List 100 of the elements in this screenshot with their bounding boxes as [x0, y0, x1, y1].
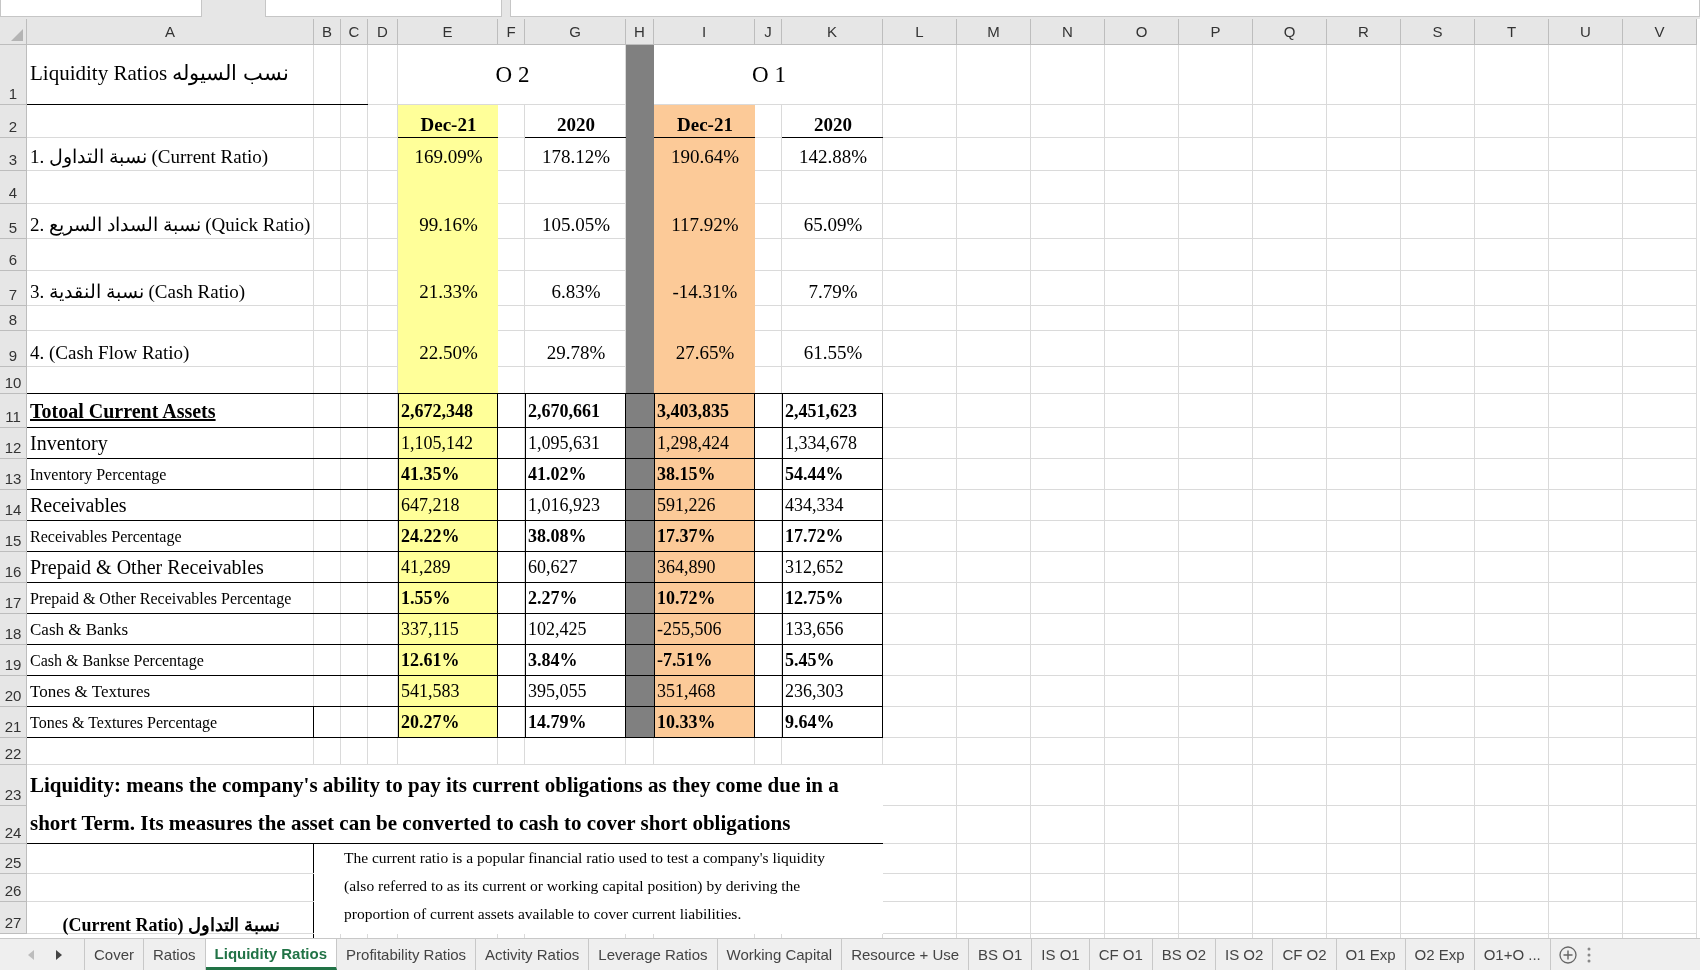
column-header[interactable]: E — [398, 19, 498, 45]
row-header[interactable]: 14 — [0, 490, 27, 521]
column-header[interactable]: N — [1031, 19, 1105, 45]
column-header[interactable]: J — [755, 19, 782, 45]
table-cell-text: 14.79% — [527, 711, 588, 734]
add-sheet-icon[interactable] — [1558, 945, 1577, 964]
column-header[interactable]: I — [654, 19, 755, 45]
column-header[interactable]: H — [626, 19, 654, 45]
column-header[interactable]: A — [27, 19, 314, 45]
table-cell-text: 1,095,631 — [527, 432, 601, 455]
row-label: 4. (Cash Flow Ratio) — [29, 341, 191, 365]
column-header[interactable]: K — [782, 19, 883, 45]
table-cell-text: 3.84% — [527, 649, 579, 672]
formula-field[interactable] — [265, 0, 502, 17]
explanation-text: The current ratio is a popular financial ratio used to test a company's liquidity (also referred to as its current or working capital position) by deriving the proportion of current assets available to cover current liabilities. — [314, 844, 883, 934]
row-header[interactable]: 4 — [0, 171, 27, 204]
column-header[interactable]: T — [1475, 19, 1549, 45]
column-header[interactable]: D — [368, 19, 398, 45]
row-header[interactable]: 9 — [0, 331, 27, 367]
sheet-tab[interactable]: CF O2 — [1273, 939, 1337, 970]
column-header[interactable]: V — [1623, 19, 1697, 45]
sheet-tab[interactable]: IS O2 — [1216, 939, 1274, 970]
sheet-tab[interactable]: Resource + Use — [842, 939, 970, 970]
sheet-tab[interactable]: Leverage Ratios — [589, 939, 718, 970]
row-header[interactable]: 24 — [0, 806, 27, 844]
row-label: Tones & Textures — [29, 680, 152, 703]
row-header[interactable]: 16 — [0, 552, 27, 583]
column-header[interactable]: P — [1179, 19, 1253, 45]
sheet-tab[interactable]: BS O1 — [969, 939, 1033, 970]
sheet-tab[interactable]: O1 Exp — [1336, 939, 1406, 970]
row-header[interactable]: 21 — [0, 707, 27, 738]
table-cell-text: 22.50% — [418, 341, 479, 365]
column-header[interactable]: F — [498, 19, 525, 45]
row-header[interactable]: 8 — [0, 306, 27, 331]
row-header[interactable]: 17 — [0, 583, 27, 614]
column-header[interactable]: G — [525, 19, 626, 45]
row-header[interactable]: 25 — [0, 844, 27, 874]
table-cell-text: 41.35% — [400, 463, 461, 486]
sheet-tab[interactable]: Profitability Ratios — [337, 939, 477, 970]
formula-bar[interactable] — [510, 0, 1700, 17]
sheet-tab[interactable]: CF O1 — [1089, 939, 1153, 970]
table-cell-text: -14.31% — [671, 280, 739, 304]
column-header[interactable]: Q — [1253, 19, 1327, 45]
row-header[interactable]: 12 — [0, 428, 27, 459]
sheet-tab[interactable]: Working Capital — [717, 939, 843, 970]
scroll-left-icon[interactable] — [28, 949, 34, 960]
column-header[interactable]: O — [1105, 19, 1179, 45]
sheet-tab[interactable]: O1+O ... — [1474, 939, 1551, 970]
table-cell-text: 60,627 — [527, 556, 579, 579]
column-heading: Dec-21 — [676, 113, 734, 137]
column-header[interactable]: M — [957, 19, 1031, 45]
column-heading: 2020 — [556, 113, 596, 137]
more-options-icon[interactable] — [1586, 946, 1591, 963]
column-header[interactable]: L — [883, 19, 957, 45]
table-cell-text: 54.44% — [784, 463, 845, 486]
row-header[interactable]: 27 — [0, 902, 27, 934]
table-cell-text: 2,451,623 — [784, 399, 858, 423]
table-cell-text: 190.64% — [669, 145, 741, 169]
table-cell-text: -7.51% — [656, 649, 714, 672]
column-header[interactable]: S — [1401, 19, 1475, 45]
scroll-right-icon[interactable] — [56, 949, 62, 960]
row-header[interactable]: 15 — [0, 521, 27, 552]
row-header[interactable]: 20 — [0, 676, 27, 707]
name-box[interactable] — [0, 0, 202, 17]
sheet-tab[interactable]: Activity Ratios — [476, 939, 590, 970]
row-header[interactable]: 1 — [0, 45, 27, 105]
sheet-tab[interactable]: IS O1 — [1032, 939, 1090, 970]
row-header[interactable]: 26 — [0, 874, 27, 902]
row-label: Receivables Percentage — [29, 526, 183, 548]
row-header[interactable]: 22 — [0, 738, 27, 765]
row-header[interactable]: 23 — [0, 765, 27, 806]
row-header[interactable]: 19 — [0, 645, 27, 676]
row-header[interactable]: 3 — [0, 138, 27, 171]
row-header[interactable]: 6 — [0, 239, 27, 271]
row-header[interactable]: 13 — [0, 459, 27, 490]
row-header[interactable]: 7 — [0, 271, 27, 306]
row-label: Cash & Bankse Percentage — [29, 650, 205, 672]
row-label: Prepaid & Other Receivables — [29, 555, 265, 581]
select-all-icon[interactable] — [11, 29, 23, 41]
table-cell-text: 1,334,678 — [784, 432, 858, 455]
sheet-tab[interactable]: Liquidity Ratios — [205, 939, 338, 970]
row-label: Inventory — [29, 431, 109, 457]
row-header[interactable]: 11 — [0, 394, 27, 428]
table-cell-text: 105.05% — [540, 213, 612, 237]
row-header[interactable]: 5 — [0, 204, 27, 239]
column-header[interactable]: C — [341, 19, 368, 45]
row-header[interactable]: 18 — [0, 614, 27, 645]
table-cell-text: 364,890 — [656, 556, 717, 579]
column-header[interactable]: U — [1549, 19, 1623, 45]
sheet-tab[interactable]: O2 Exp — [1405, 939, 1475, 970]
sheet-tab[interactable]: BS O2 — [1152, 939, 1217, 970]
column-header[interactable]: B — [314, 19, 341, 45]
sheet-tab[interactable]: Cover — [85, 939, 144, 970]
row-label: Tones & Textures Percentage — [29, 712, 219, 734]
row-header[interactable]: 2 — [0, 105, 27, 138]
sheet-tab[interactable]: Ratios — [144, 939, 206, 970]
table-cell-text: 9.64% — [784, 711, 836, 734]
row-header[interactable]: 10 — [0, 367, 27, 394]
column-header[interactable]: R — [1327, 19, 1401, 45]
table-cell-text: 541,583 — [400, 680, 461, 703]
